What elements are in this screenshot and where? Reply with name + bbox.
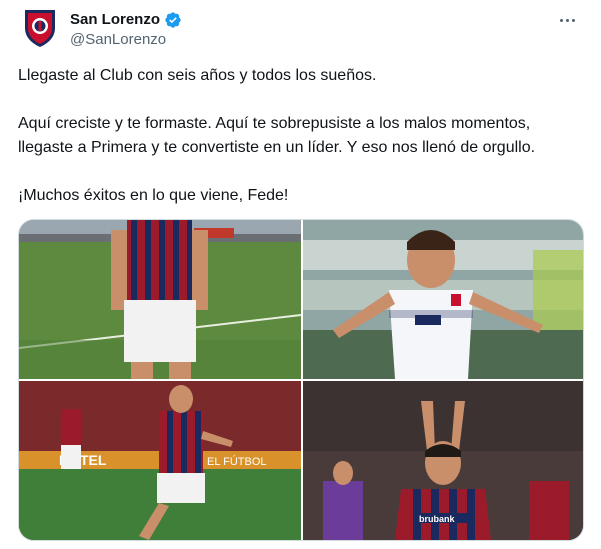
photo-2[interactable] xyxy=(303,220,583,379)
photo-1[interactable] xyxy=(19,220,301,379)
photo-3[interactable]: MSTEL EL FÚTBOL xyxy=(19,381,301,540)
svg-text:brubank: brubank xyxy=(419,514,455,524)
tweet-card[interactable]: San Lorenzo @SanLorenzo Llegaste al Club… xyxy=(0,0,601,549)
media-grid: MSTEL EL FÚTBOL brubank xyxy=(18,219,584,541)
avatar[interactable] xyxy=(20,8,60,48)
tweet-header: San Lorenzo @SanLorenzo xyxy=(20,8,585,52)
handle[interactable]: @SanLorenzo xyxy=(70,30,182,50)
tweet-paragraph-1: Llegaste al Club con seis años y todos l… xyxy=(18,67,377,84)
svg-text:EL FÚTBOL: EL FÚTBOL xyxy=(207,455,267,468)
display-name[interactable]: San Lorenzo xyxy=(70,10,160,30)
tweet-paragraph-3: ¡Muchos éxitos en lo que viene, Fede! xyxy=(18,187,289,204)
photo-4[interactable]: brubank xyxy=(303,381,583,540)
tweet-text: Llegaste al Club con seis años y todos l… xyxy=(18,64,588,232)
san-lorenzo-crest-icon xyxy=(25,10,55,47)
more-options-icon[interactable] xyxy=(553,10,581,30)
verified-badge-icon xyxy=(165,12,181,28)
tweet-paragraph-2: Aquí creciste y te formaste. Aquí te sob… xyxy=(18,115,536,156)
